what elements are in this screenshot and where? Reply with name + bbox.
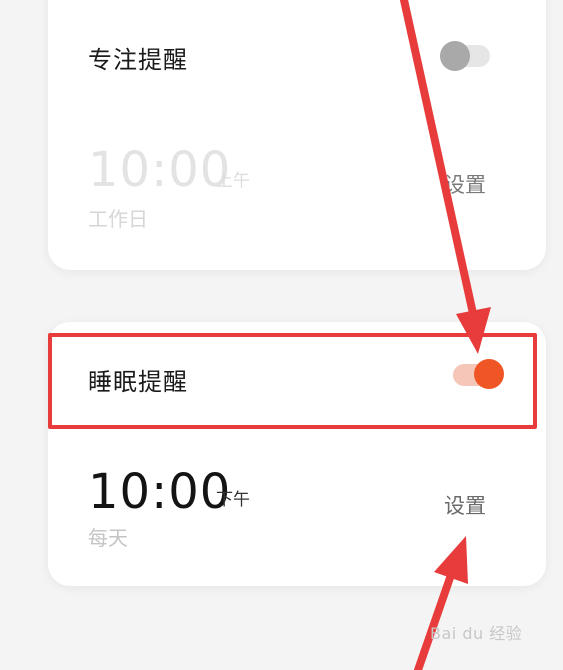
annotation-arrow-top	[400, 0, 491, 354]
annotation-arrow-bottom	[414, 536, 468, 670]
baidu-watermark: Bai du 经验	[430, 624, 523, 643]
annotation-arrows	[400, 0, 491, 670]
